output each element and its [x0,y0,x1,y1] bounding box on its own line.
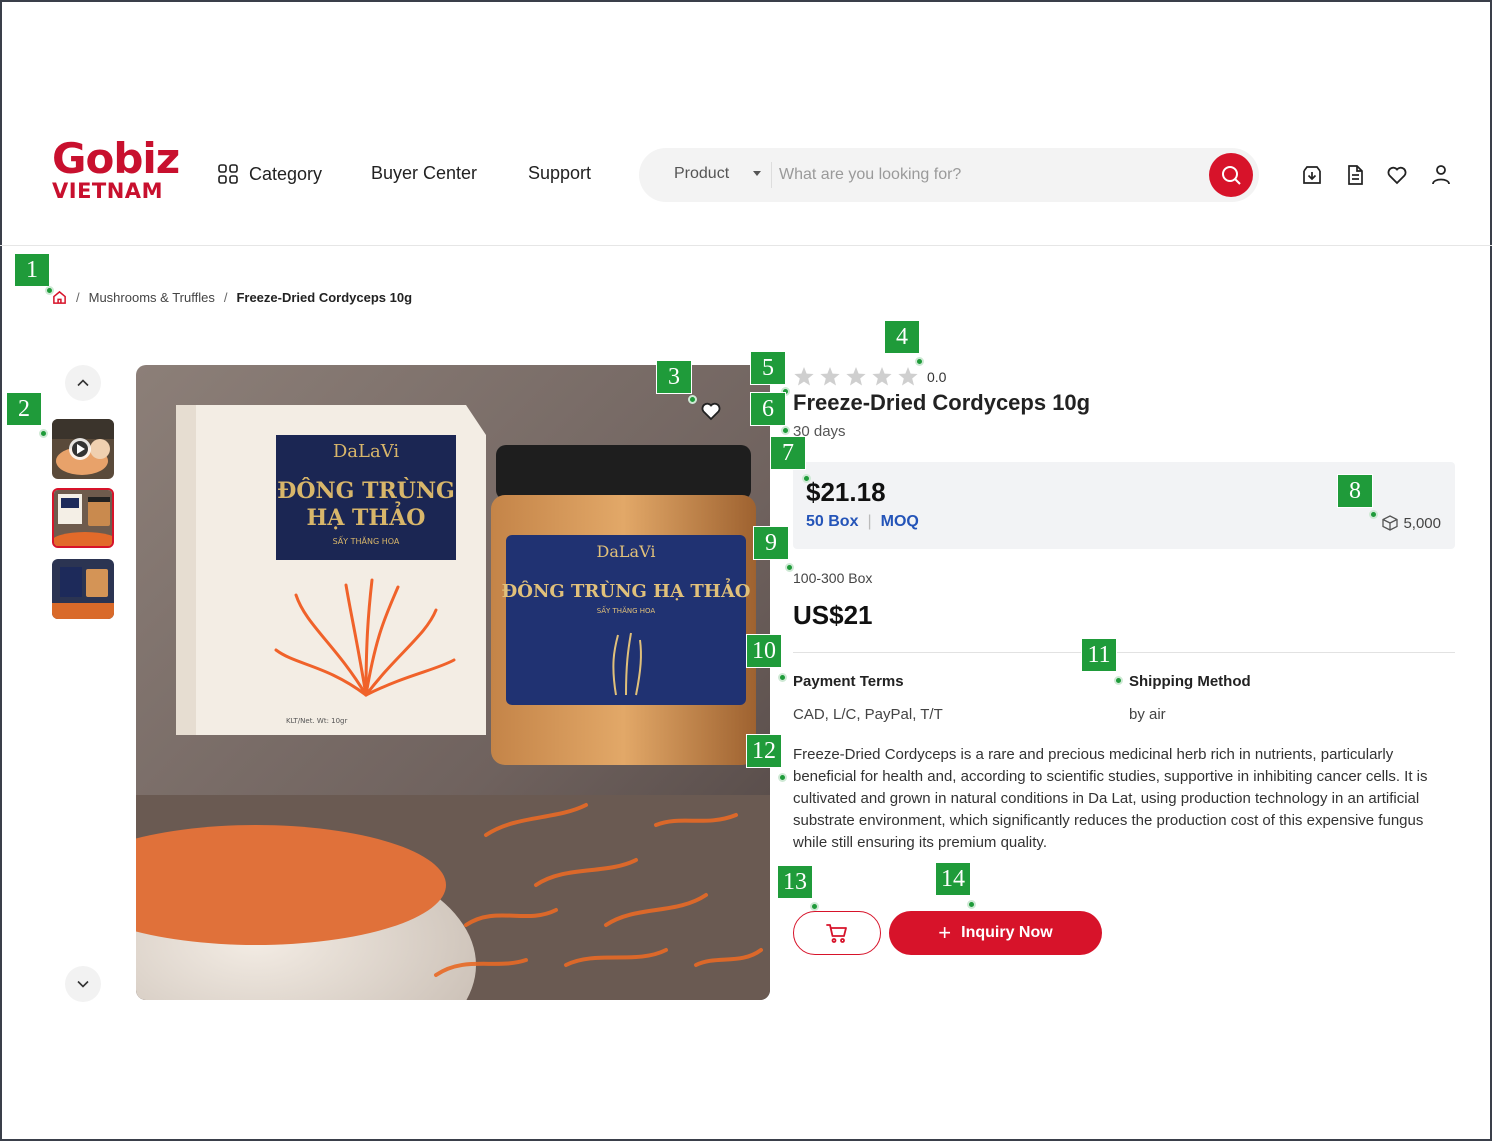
plus-icon: + [938,920,952,945]
logo-wordmark: Gobiz [52,134,180,183]
annotation-marker-4: 4 [884,320,920,354]
search-button[interactable] [1209,153,1253,197]
annotation-dot [688,395,697,404]
site-logo[interactable]: Gobiz VIETNAM [52,138,182,208]
annotation-marker-11: 11 [1081,638,1117,672]
grid-icon [218,164,238,184]
moq-quantity: 50 Box [806,513,859,530]
section-divider [793,652,1455,653]
annotation-marker-7: 7 [770,436,806,470]
inquiry-now-label: Inquiry Now [961,924,1053,941]
user-icon[interactable] [1428,162,1454,188]
product-main-image[interactable]: DaLaVi ĐÔNG TRÙNG HẠ THẢO SẤY THĂNG HOA … [136,365,770,1000]
annotation-marker-9: 9 [753,526,789,560]
breadcrumb-category[interactable]: Mushrooms & Truffles [89,290,215,305]
jar-subtitle: SẤY THĂNG HOA [597,605,656,615]
wishlist-heart-button[interactable] [697,397,725,425]
thumbnail-product-2[interactable] [52,559,114,619]
annotation-marker-14: 14 [935,862,971,896]
payment-terms-value: CAD, L/C, PayPal, T/T [793,706,943,723]
annotation-marker-6: 6 [750,392,786,426]
tier-quantity-range: 100-300 Box [793,570,873,586]
search-bar: Product [639,148,1259,202]
heart-icon [701,402,721,421]
jar-brand-text: DaLaVi [597,542,656,561]
moq-divider: | [867,513,872,530]
gallery-up-button[interactable] [65,365,101,401]
breadcrumb-separator: / [76,290,80,305]
caret-down-icon[interactable] [753,171,761,176]
annotation-marker-10: 10 [746,634,782,668]
rating-value: 0.0 [927,369,947,385]
star-icon [794,367,918,386]
annotation-dot [1369,510,1378,519]
logo-country: VIETNAM [52,179,163,203]
heart-icon[interactable] [1384,162,1410,188]
annotation-marker-5: 5 [750,351,786,385]
breadcrumb-separator: / [223,290,228,305]
annotation-dot [967,900,976,909]
product-description: Freeze-Dried Cordyceps is a rare and pre… [793,746,1428,851]
thumbnail-product-1[interactable] [52,488,114,548]
annotation-dot [778,673,787,682]
box-name-line2: HẠ THẢO [307,501,426,531]
nav-category[interactable]: Category [217,163,322,185]
annotation-marker-2: 2 [6,392,42,426]
annotation-marker-8: 8 [1337,474,1373,508]
annotation-dot [810,902,819,911]
home-icon[interactable] [52,290,67,305]
breadcrumb: / Mushrooms & Truffles / Freeze-Dried Co… [52,290,412,305]
nav-buyer-center-label: Buyer Center [371,163,478,183]
shipping-method-label: Shipping Method [1129,673,1251,690]
annotation-marker-3: 3 [656,360,692,394]
site-header: Gobiz VIETNAM Category Buyer Center Supp… [0,130,1492,246]
box-weight-text: KLT/Net. Wt: 10gr [286,717,347,725]
annotation-dot [802,474,811,483]
chevron-down-icon [77,980,89,988]
annotation-dot [45,286,54,295]
moq-info: 50 Box | MOQ [806,513,919,531]
gallery-down-button[interactable] [65,966,101,1002]
cart-icon [826,924,847,943]
nav-support[interactable]: Support [528,163,591,184]
search-category-select[interactable]: Product [674,165,729,183]
thumbnail-video[interactable] [52,419,114,479]
shipping-method-value: by air [1129,706,1166,723]
box-subtitle: SẤY THĂNG HOA [333,535,400,546]
annotation-dot [1114,676,1123,685]
add-to-cart-button[interactable] [793,911,881,955]
box-name-line1: ĐÔNG TRÙNG [277,477,455,504]
search-icon [1222,166,1241,185]
breadcrumb-current: Freeze-Dried Cordyceps 10g [236,290,413,305]
annotation-marker-1: 1 [14,253,50,287]
rating-stars: 0.0 [793,366,946,388]
annotation-dot [39,429,48,438]
moq-label: MOQ [880,513,919,530]
nav-buyer-center[interactable]: Buyer Center [371,163,477,184]
payment-terms-label: Payment Terms [793,673,904,690]
annotation-dot [778,773,787,782]
nav-support-label: Support [528,163,592,183]
nav-category-label: Category [249,163,323,184]
search-divider [771,162,772,188]
annotation-dot [781,426,790,435]
document-icon[interactable] [1342,162,1368,188]
product-title: Freeze-Dried Cordyceps 10g [793,390,1091,415]
unit-price: $21.18 [806,477,886,507]
annotation-marker-12: 12 [746,734,782,768]
stock-quantity: 5,000 [1381,514,1441,532]
annotation-dot [915,357,924,366]
annotation-marker-13: 13 [777,865,813,899]
tier-price: US$21 [793,600,873,630]
inquiry-now-button[interactable]: + Inquiry Now [889,911,1102,955]
annotation-dot [785,563,794,572]
box-icon [1382,515,1399,531]
chevron-up-icon [77,379,89,387]
search-input[interactable] [779,158,1199,192]
download-icon[interactable] [1299,162,1325,188]
stock-value: 5,000 [1403,514,1441,532]
box-brand-text: DaLaVi [333,441,400,462]
